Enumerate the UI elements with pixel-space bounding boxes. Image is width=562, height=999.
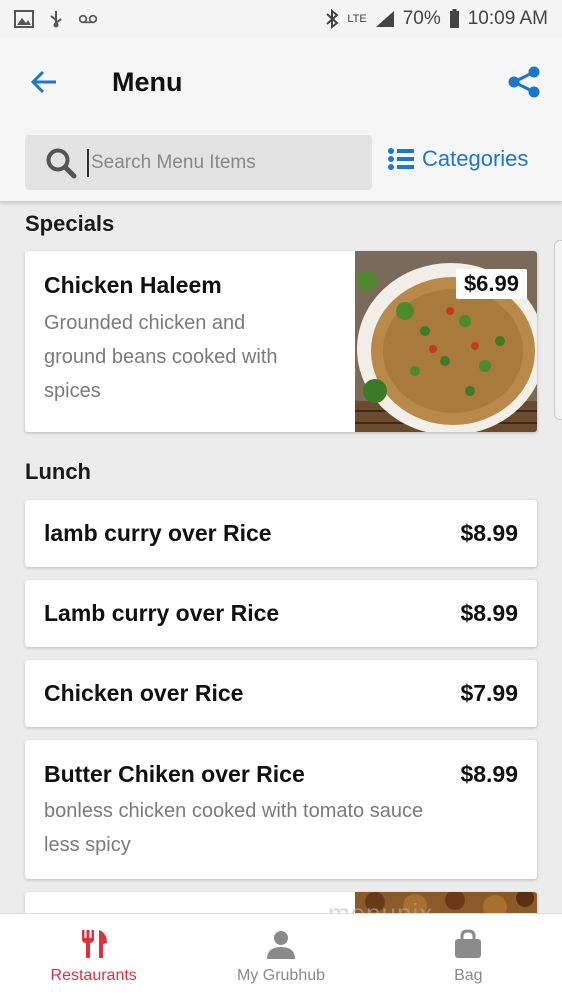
tab-label: Bag [454,966,483,984]
share-icon [508,66,540,98]
description-line: bonless chicken cooked with tomato sauce [44,800,424,822]
bottom-tab-bar: Restaurants My Grubhub Bag [0,913,562,999]
menu-content[interactable]: Specials Chicken Haleem Grounded chicken… [0,203,562,913]
menu-item-description: bonless chicken cooked with tomato sauce… [44,794,423,862]
scroll-indicator[interactable] [554,240,562,420]
menu-item-description: Grounded chicken and ground beans cooked… [44,306,278,408]
menu-item-price: $8.99 [460,520,518,546]
battery-percent: 70% [402,8,441,29]
voicemail-icon [78,14,98,24]
list-icon [388,148,414,170]
menu-item-butter-chicken[interactable]: Butter Chiken over Rice $8.99 bonless ch… [25,740,537,879]
menu-item-lamb-curry-2[interactable]: Lamb curry over Rice $8.99 [25,580,537,647]
app-bar: Menu [0,38,562,126]
menu-item-price: $7.99 [460,680,518,706]
section-title-specials: Specials [25,211,115,236]
status-bar: LTE 70% 10:09 AM [0,0,562,38]
search-box[interactable] [25,135,372,190]
search-icon [46,148,77,178]
food-photo: $6.99 [355,251,537,432]
usb-icon [50,11,62,28]
menu-item-price: $6.99 [455,269,527,299]
description-line: ground beans cooked with [44,346,278,368]
share-button[interactable] [500,58,548,106]
tab-label: Restaurants [50,966,137,984]
back-arrow-icon [30,70,56,94]
signal-icon [375,11,394,27]
description-line: Grounded chicken and [44,312,246,334]
menu-item-name: Lamb curry over Rice [44,600,280,626]
menu-item-name: Butter Chiken over Rice [44,761,305,787]
menu-item-name: lamb curry over Rice [44,520,272,546]
menu-item-lamb-curry-1[interactable]: lamb curry over Rice $8.99 [25,500,537,567]
tab-label: My Grubhub [236,966,326,984]
search-input[interactable] [87,148,347,177]
battery-icon [449,9,459,28]
menu-item-partial[interactable] [25,892,537,913]
tab-bag[interactable]: Bag [375,914,562,999]
description-line: spices [44,380,101,402]
back-button[interactable] [0,38,88,126]
menu-item-name: Chicken over Rice [44,680,244,706]
menu-item-price: $8.99 [460,761,518,787]
description-line: less spicy [44,834,131,856]
tab-restaurants[interactable]: Restaurants [0,914,187,999]
search-row: Categories [0,126,562,202]
page-title: Menu [112,66,183,97]
categories-button[interactable]: Categories [388,146,528,172]
person-icon [266,930,295,959]
fork-knife-icon [81,929,107,958]
menu-item-price: $8.99 [460,600,518,626]
menu-item-chicken-over-rice[interactable]: Chicken over Rice $7.99 [25,660,537,727]
menu-item-name: Chicken Haleem [44,272,222,298]
categories-label: Categories [422,146,529,171]
bluetooth-icon [326,9,339,29]
clock: 10:09 AM [467,8,548,29]
tab-my-grubhub[interactable]: My Grubhub [187,914,374,999]
network-type: LTE [347,13,367,25]
image-notification-icon [14,10,34,28]
menu-item-chicken-haleem[interactable]: Chicken Haleem Grounded chicken and grou… [25,251,537,432]
bag-icon [455,928,482,958]
section-title-lunch: Lunch [25,459,91,484]
